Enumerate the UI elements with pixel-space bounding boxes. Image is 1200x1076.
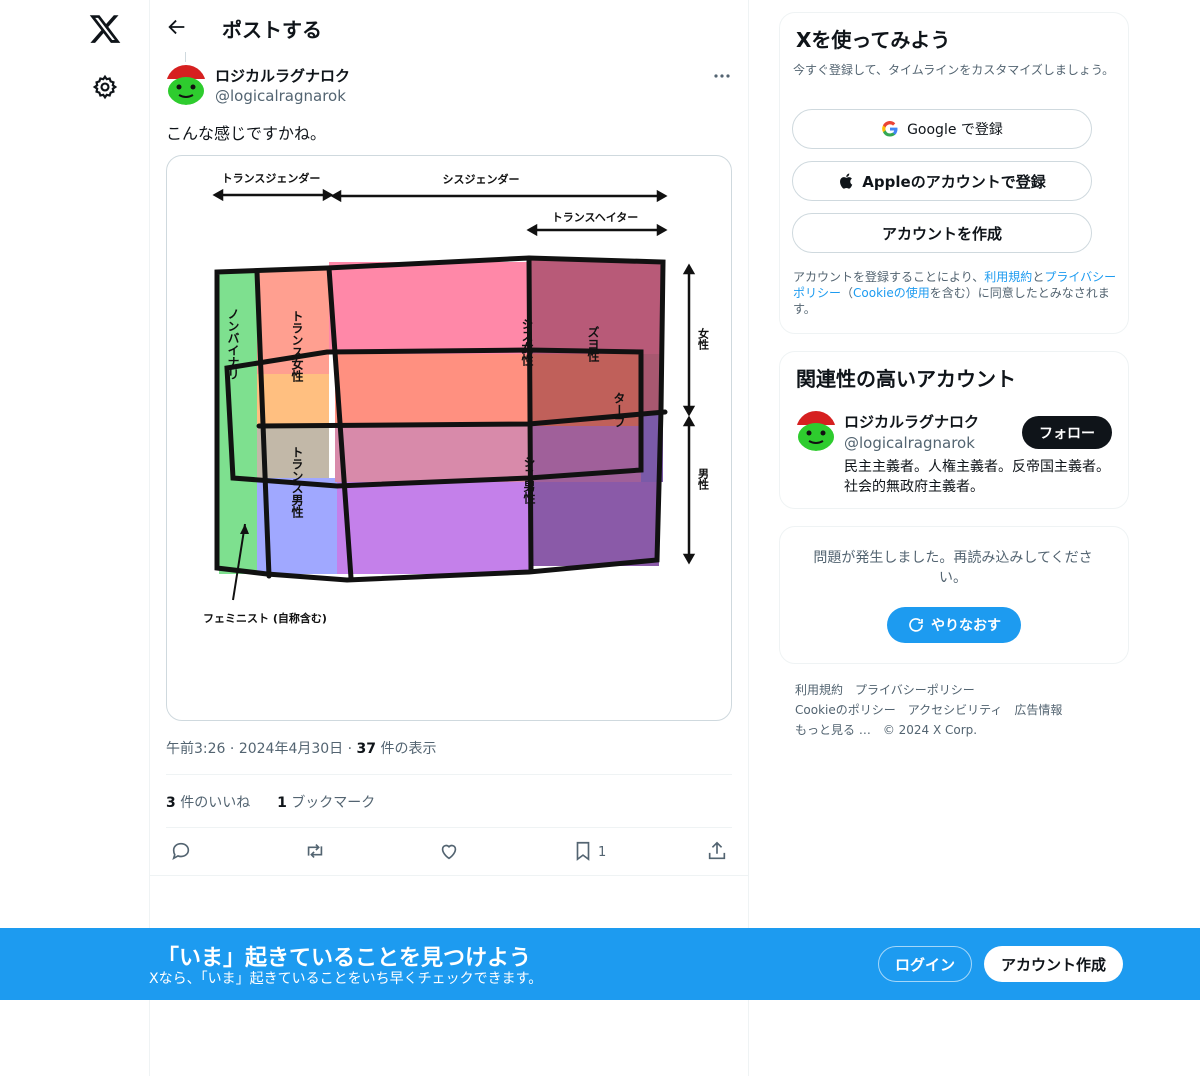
reply-icon[interactable] <box>170 840 194 864</box>
views-label: 件の表示 <box>380 741 437 757</box>
google-signup-label: Google で登録 <box>907 122 1003 138</box>
footer-copyright: © 2024 X Corp. <box>882 723 978 737</box>
terms-link[interactable]: 利用規約 <box>984 270 1032 284</box>
label-nonbinary: ノンバイナリ <box>226 308 240 380</box>
footer-more[interactable]: もっと見る … <box>795 723 871 737</box>
label-trans-female: トランス女性 <box>290 310 304 383</box>
like-heart-icon[interactable] <box>438 840 462 864</box>
signup-title: Xを使ってみよう <box>796 28 951 52</box>
divider <box>166 827 732 828</box>
related-avatar[interactable] <box>796 411 836 451</box>
bookmark-action-count: 1 <box>598 845 607 860</box>
label-terf: ターフ <box>612 392 626 428</box>
tweet-stats: 3 件のいいね 1 ブックマーク <box>166 792 375 812</box>
related-name[interactable]: ロジカルラグナロク <box>844 411 979 432</box>
label-zuyo: ズヨ性 <box>586 325 600 363</box>
label-female: 女性 <box>697 327 710 351</box>
divider <box>149 875 749 876</box>
label-male: 男性 <box>697 468 710 491</box>
legal-notice: アカウントを登録することにより、利用規約とプライバシーポリシー（Cookieの使… <box>793 269 1117 317</box>
follow-button[interactable]: フォロー <box>1022 416 1112 449</box>
create-account-button[interactable]: アカウントを作成 <box>792 213 1092 253</box>
bookmarks-label[interactable]: ブックマーク <box>291 795 375 811</box>
google-icon <box>882 121 898 137</box>
login-button[interactable]: ログイン <box>878 946 972 982</box>
apple-icon <box>840 173 853 189</box>
repost-icon[interactable] <box>304 840 328 864</box>
label-feminist: フェミニスト (自称含む) <box>203 611 327 625</box>
refresh-icon <box>909 618 923 632</box>
signup-subtitle: 今すぐ登録して、タイムラインをカスタマイズしましょう。 <box>793 63 1115 77</box>
related-bio: 民主主義者。人権主義者。反帝国主義者。社会的無政府主義者。 <box>844 459 1110 495</box>
tweet-image[interactable]: トランスジェンダー シスジェンダー トランスヘイター ノンバイナリ トランス女性… <box>166 155 732 721</box>
retry-label: やりなおす <box>931 618 1001 634</box>
legal-mid: （ <box>841 286 854 300</box>
related-title: 関連性の高いアカウント <box>796 367 1016 391</box>
label-cis-male: シス男性 <box>522 456 536 505</box>
author-handle[interactable]: @logicalragnarok <box>215 87 346 105</box>
gender-diagram-image: トランスジェンダー シスジェンダー トランスヘイター ノンバイナリ トランス女性… <box>203 171 710 625</box>
footer-ads[interactable]: 広告情報 <box>1014 703 1062 717</box>
apple-signup-button[interactable]: Appleのアカウントで登録 <box>792 161 1092 201</box>
related-handle[interactable]: @logicalragnarok <box>844 434 975 452</box>
label-transgender: トランスジェンダー <box>222 171 321 185</box>
footer-accessibility[interactable]: アクセシビリティ <box>908 703 1003 717</box>
tweet-text: こんな感じですかね。 <box>166 124 327 143</box>
footer-links: 利用規約 プライバシーポリシー Cookieのポリシー アクセシビリティ 広告情報 も… <box>795 680 1115 740</box>
settings-gear-icon[interactable] <box>92 74 118 100</box>
likes-label[interactable]: 件のいいね <box>180 795 250 811</box>
banner-signup-button[interactable]: アカウント作成 <box>984 946 1123 982</box>
tweet-meta: 午前3:26 · 2024年4月30日 · 37 件の表示 <box>166 741 437 757</box>
label-trans-male: トランス男性 <box>290 446 304 519</box>
footer-cookie[interactable]: Cookieのポリシー <box>795 703 896 717</box>
back-arrow-icon[interactable] <box>166 16 188 38</box>
retry-button[interactable]: やりなおす <box>887 607 1021 643</box>
create-account-label: アカウントを作成 <box>881 224 1002 243</box>
bookmarks-count[interactable]: 1 <box>277 795 287 811</box>
legal-prefix: アカウントを登録することにより、 <box>793 270 985 284</box>
author-name[interactable]: ロジカルラグナロク <box>215 65 350 86</box>
bookmark-icon[interactable] <box>572 840 596 864</box>
author-avatar[interactable] <box>166 65 206 105</box>
apple-signup-label: Appleのアカウントで登録 <box>862 172 1046 191</box>
footer-privacy[interactable]: プライバシーポリシー <box>855 683 975 697</box>
cookie-link[interactable]: Cookieの使用 <box>853 286 930 300</box>
label-trans-hater: トランスヘイター <box>552 211 639 224</box>
label-cisgender: シスジェンダー <box>443 172 520 186</box>
page-title: ポストする <box>222 18 322 42</box>
error-message: 問題が発生しました。再読み込みしてください。 <box>813 550 1093 586</box>
thread-line <box>185 52 186 62</box>
divider <box>166 774 732 775</box>
tweet-time[interactable]: 午前3:26 <box>166 741 225 757</box>
tweet-date[interactable]: 2024年4月30日 <box>239 741 343 757</box>
label-cis-female: シス女性 <box>520 318 534 367</box>
share-icon[interactable] <box>706 840 730 864</box>
error-card <box>779 526 1129 664</box>
google-signup-button[interactable]: Google で登録 <box>792 109 1092 149</box>
banner-subtitle: Xなら、「いま」起きていることをいち早くチェックできます。 <box>149 971 543 987</box>
x-logo-icon[interactable] <box>88 12 122 46</box>
more-options-icon[interactable] <box>712 66 732 86</box>
likes-count[interactable]: 3 <box>166 795 176 811</box>
legal-and: と <box>1032 270 1045 284</box>
footer-terms[interactable]: 利用規約 <box>795 683 843 697</box>
views-count: 37 <box>356 741 377 757</box>
